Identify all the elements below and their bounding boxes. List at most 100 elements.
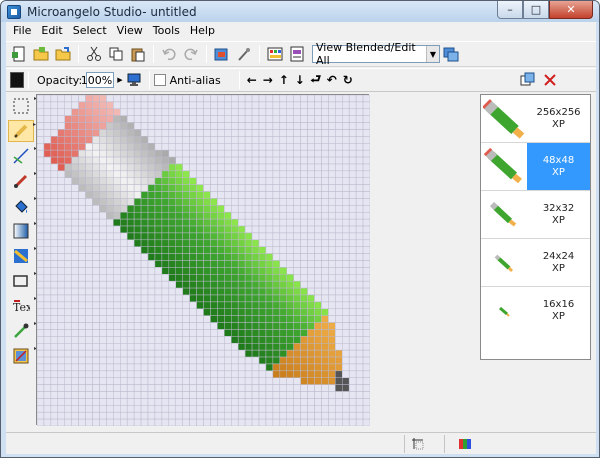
brush-tool[interactable] (8, 170, 37, 192)
pixel-painted[interactable] (300, 349, 308, 358)
pixel-empty[interactable] (126, 384, 135, 392)
pixel-empty[interactable] (37, 274, 45, 282)
pixel-painted[interactable] (258, 267, 267, 275)
pixel-painted[interactable] (113, 115, 121, 123)
pixel-empty[interactable] (307, 260, 315, 268)
pixel-empty[interactable] (113, 246, 121, 254)
pixel-painted[interactable] (147, 246, 156, 254)
pixel-empty[interactable] (224, 370, 232, 378)
pixel-painted[interactable] (99, 149, 107, 158)
pixel-empty[interactable] (189, 170, 197, 178)
pixel-empty[interactable] (196, 115, 204, 123)
pixel-empty[interactable] (64, 287, 72, 296)
pixel-empty[interactable] (133, 418, 142, 426)
pixel-empty[interactable] (43, 398, 52, 406)
pixel-painted[interactable] (99, 122, 107, 130)
pixel-painted[interactable] (314, 349, 322, 358)
nudge-right-button[interactable]: → (260, 73, 276, 87)
pixel-empty[interactable] (120, 384, 128, 392)
pixel-painted[interactable] (196, 198, 204, 206)
pixel-painted[interactable] (203, 287, 211, 296)
pixel-painted[interactable] (147, 156, 156, 165)
pixel-empty[interactable] (140, 411, 149, 420)
pixel-empty[interactable] (92, 343, 100, 351)
pixel-painted[interactable] (265, 349, 274, 358)
pixel-empty[interactable] (348, 294, 357, 303)
pixel-empty[interactable] (37, 205, 45, 213)
pixel-empty[interactable] (251, 398, 260, 406)
pixel-painted[interactable] (196, 239, 204, 247)
pixel-empty[interactable] (231, 191, 239, 199)
pixel-painted[interactable] (50, 156, 59, 165)
pixel-painted[interactable] (99, 198, 107, 206)
pixel-empty[interactable] (231, 349, 239, 358)
pixel-empty[interactable] (37, 211, 45, 220)
pixel-empty[interactable] (348, 287, 357, 296)
pixel-painted[interactable] (244, 336, 253, 344)
pixel-empty[interactable] (147, 336, 156, 344)
pixel-painted[interactable] (231, 315, 239, 323)
copy-button[interactable] (106, 44, 126, 64)
pixel-empty[interactable] (272, 163, 281, 172)
pixel-empty[interactable] (279, 136, 287, 144)
pixel-empty[interactable] (251, 170, 260, 178)
pixel-empty[interactable] (147, 129, 156, 137)
pixel-empty[interactable] (182, 343, 190, 351)
pixel-empty[interactable] (265, 398, 274, 406)
pixel-empty[interactable] (92, 232, 100, 241)
pixel-empty[interactable] (355, 398, 364, 406)
pixel-painted[interactable] (140, 136, 149, 144)
pixel-painted[interactable] (147, 239, 156, 247)
pixel-empty[interactable] (265, 218, 274, 227)
pixel-painted[interactable] (113, 211, 121, 220)
pixel-empty[interactable] (85, 274, 93, 282)
pixel-painted[interactable] (78, 129, 86, 137)
pixel-empty[interactable] (168, 315, 176, 323)
pixel-empty[interactable] (43, 418, 52, 426)
pixel-empty[interactable] (348, 177, 357, 185)
pixel-empty[interactable] (126, 267, 135, 275)
pixel-empty[interactable] (348, 136, 357, 144)
pixel-empty[interactable] (43, 343, 52, 351)
pixel-empty[interactable] (78, 356, 86, 365)
pixel-empty[interactable] (272, 136, 281, 144)
pixel-empty[interactable] (362, 411, 370, 420)
pixel-empty[interactable] (231, 411, 239, 420)
pixel-empty[interactable] (307, 191, 315, 199)
pixel-empty[interactable] (348, 95, 357, 103)
format-item-32[interactable]: 32x32 XP (481, 191, 590, 239)
pixel-empty[interactable] (189, 391, 197, 399)
pixel-empty[interactable] (147, 101, 156, 110)
pixel-empty[interactable] (335, 101, 343, 110)
pixel-empty[interactable] (307, 391, 315, 399)
pixel-painted[interactable] (85, 122, 93, 130)
pixel-empty[interactable] (279, 163, 287, 172)
pixel-empty[interactable] (300, 384, 308, 392)
pixel-empty[interactable] (126, 411, 135, 420)
pixel-painted[interactable] (265, 294, 274, 303)
pixel-empty[interactable] (237, 156, 246, 165)
pixel-empty[interactable] (154, 349, 163, 358)
pixel-painted[interactable] (244, 239, 253, 247)
pixel-empty[interactable] (272, 143, 281, 151)
pixel-painted[interactable] (168, 232, 176, 241)
pixel-painted[interactable] (133, 191, 142, 199)
pixel-empty[interactable] (64, 294, 72, 303)
pixel-empty[interactable] (161, 287, 170, 296)
pixel-painted[interactable] (85, 177, 93, 185)
pixel-painted[interactable] (224, 232, 232, 241)
pixel-empty[interactable] (362, 280, 370, 289)
pixel-empty[interactable] (293, 246, 301, 254)
pixel-empty[interactable] (43, 177, 52, 185)
pixel-empty[interactable] (307, 156, 315, 165)
pixel-empty[interactable] (307, 274, 315, 282)
pixel-empty[interactable] (286, 136, 294, 144)
pixel-empty[interactable] (286, 384, 294, 392)
pixel-empty[interactable] (335, 253, 343, 261)
pixel-empty[interactable] (258, 218, 267, 227)
pixel-painted[interactable] (196, 287, 204, 296)
pixel-empty[interactable] (140, 398, 149, 406)
pixel-empty[interactable] (168, 418, 176, 426)
pixel-empty[interactable] (348, 356, 357, 365)
pixel-empty[interactable] (362, 294, 370, 303)
